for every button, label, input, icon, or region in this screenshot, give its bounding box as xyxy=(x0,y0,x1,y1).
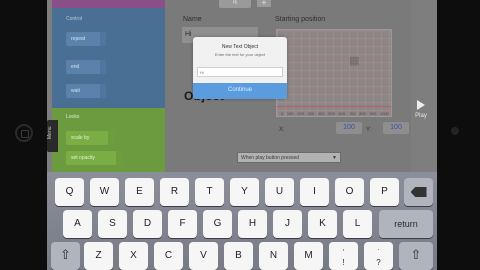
looks-section-title: Looks xyxy=(66,114,80,120)
play-button[interactable]: Play xyxy=(411,100,431,119)
palette-header xyxy=(52,0,165,8)
chevron-down-icon: ▼ xyxy=(332,155,337,161)
key-r[interactable]: R xyxy=(160,178,189,206)
continue-button[interactable]: Continue xyxy=(193,83,287,99)
key-t[interactable]: T xyxy=(195,178,224,206)
key-main-char: ? xyxy=(376,258,381,267)
key-y[interactable]: Y xyxy=(230,178,259,206)
position-grid[interactable]: ▦ xyxy=(276,29,392,117)
grid-tick: 500 xyxy=(328,111,335,116)
grid-tick: 300 xyxy=(307,111,315,116)
repeat-block[interactable]: repeat xyxy=(66,32,106,46)
grid-ticks: 0 100 200 300 400 500 600 700 800 900 10… xyxy=(277,111,393,116)
y-label: Y: xyxy=(366,127,372,133)
grid-tick: 900 xyxy=(369,111,377,116)
grid-tick: 200 xyxy=(297,111,304,116)
shift-icon: ⇧ xyxy=(60,247,71,262)
device-frame: Control repeat end wait Looks scale by s… xyxy=(0,0,480,270)
key-b[interactable]: B xyxy=(224,242,253,270)
play-icon xyxy=(417,100,425,110)
grid-tick: 100 xyxy=(286,111,294,116)
key-v[interactable]: V xyxy=(189,242,218,270)
grid-tick: 700 xyxy=(348,111,356,116)
wait-block[interactable]: wait xyxy=(66,84,106,98)
x-label: X: xyxy=(279,127,285,133)
key-alt-char: . xyxy=(377,245,380,252)
key-q[interactable]: Q xyxy=(55,178,84,206)
key-e[interactable]: E xyxy=(125,178,154,206)
dialog-text-input[interactable]: Hi xyxy=(197,67,283,77)
key-h[interactable]: H xyxy=(238,210,267,238)
shift-icon: ⇧ xyxy=(410,247,422,262)
key-a[interactable]: A xyxy=(63,210,92,238)
key-p[interactable]: P xyxy=(370,178,399,206)
key-g[interactable]: G xyxy=(203,210,232,238)
grid-tick: 600 xyxy=(338,111,346,116)
shift-key-right[interactable]: ⇧ xyxy=(399,242,433,270)
grid-tick: 1000 xyxy=(379,111,389,116)
menu-tab[interactable]: Menu xyxy=(47,120,58,152)
app-screen: Control repeat end wait Looks scale by s… xyxy=(47,0,437,270)
key-u[interactable]: U xyxy=(265,178,294,206)
dialog-message: Enter the text for your object xyxy=(214,52,266,57)
object-tab[interactable]: Hi xyxy=(219,0,251,8)
return-key[interactable]: return xyxy=(379,210,433,238)
key-d[interactable]: D xyxy=(133,210,162,238)
add-object-button[interactable]: + xyxy=(257,0,271,7)
object-marker-icon[interactable]: ▦ xyxy=(349,54,359,67)
set-opacity-block[interactable]: set opacity xyxy=(66,151,122,165)
grid-tick: 0 xyxy=(281,111,284,116)
control-palette: Control repeat end wait xyxy=(52,8,165,108)
on-screen-keyboard: Q W E R T Y U I O P A S D F G H J K L re… xyxy=(47,172,437,270)
trigger-select[interactable]: When play button pressed ▼ xyxy=(237,152,341,163)
key-question-period[interactable]: . ? xyxy=(364,242,393,270)
home-button[interactable] xyxy=(15,124,33,142)
play-label: Play xyxy=(415,113,427,119)
camera-dot xyxy=(451,127,459,135)
key-z[interactable]: Z xyxy=(84,242,113,270)
grid-tick: 800 xyxy=(359,111,366,116)
dialog-title: New Text Object xyxy=(221,44,259,50)
scale-by-block[interactable]: scale by xyxy=(66,131,114,145)
control-section-title: Control xyxy=(66,16,83,22)
name-label: Name xyxy=(183,16,202,23)
end-block[interactable]: end xyxy=(66,60,106,74)
key-main-char: ! xyxy=(342,258,345,267)
x-field[interactable]: 100 xyxy=(336,122,362,134)
backspace-icon xyxy=(410,187,427,197)
key-x[interactable]: X xyxy=(119,242,148,270)
key-i[interactable]: I xyxy=(300,178,329,206)
key-exclaim-comma[interactable]: , ! xyxy=(329,242,358,270)
key-o[interactable]: O xyxy=(335,178,364,206)
delete-key[interactable] xyxy=(404,178,433,206)
grid-tick: 400 xyxy=(317,111,325,116)
key-c[interactable]: C xyxy=(154,242,183,270)
y-field[interactable]: 100 xyxy=(383,122,409,134)
key-l[interactable]: L xyxy=(343,210,372,238)
starting-position-label: Starting position xyxy=(275,16,326,23)
key-w[interactable]: W xyxy=(90,178,119,206)
key-m[interactable]: M xyxy=(294,242,323,270)
looks-palette: Looks scale by set opacity xyxy=(52,108,165,176)
key-k[interactable]: K xyxy=(308,210,337,238)
key-s[interactable]: S xyxy=(98,210,127,238)
shift-key-left[interactable]: ⇧ xyxy=(51,242,80,270)
trigger-select-value: When play button pressed xyxy=(241,155,300,161)
grid-axis-line xyxy=(277,106,391,107)
key-n[interactable]: N xyxy=(259,242,288,270)
new-text-object-dialog: New Text Object Enter the text for your … xyxy=(193,37,287,99)
key-j[interactable]: J xyxy=(273,210,302,238)
key-f[interactable]: F xyxy=(168,210,197,238)
key-alt-char: , xyxy=(342,245,345,252)
